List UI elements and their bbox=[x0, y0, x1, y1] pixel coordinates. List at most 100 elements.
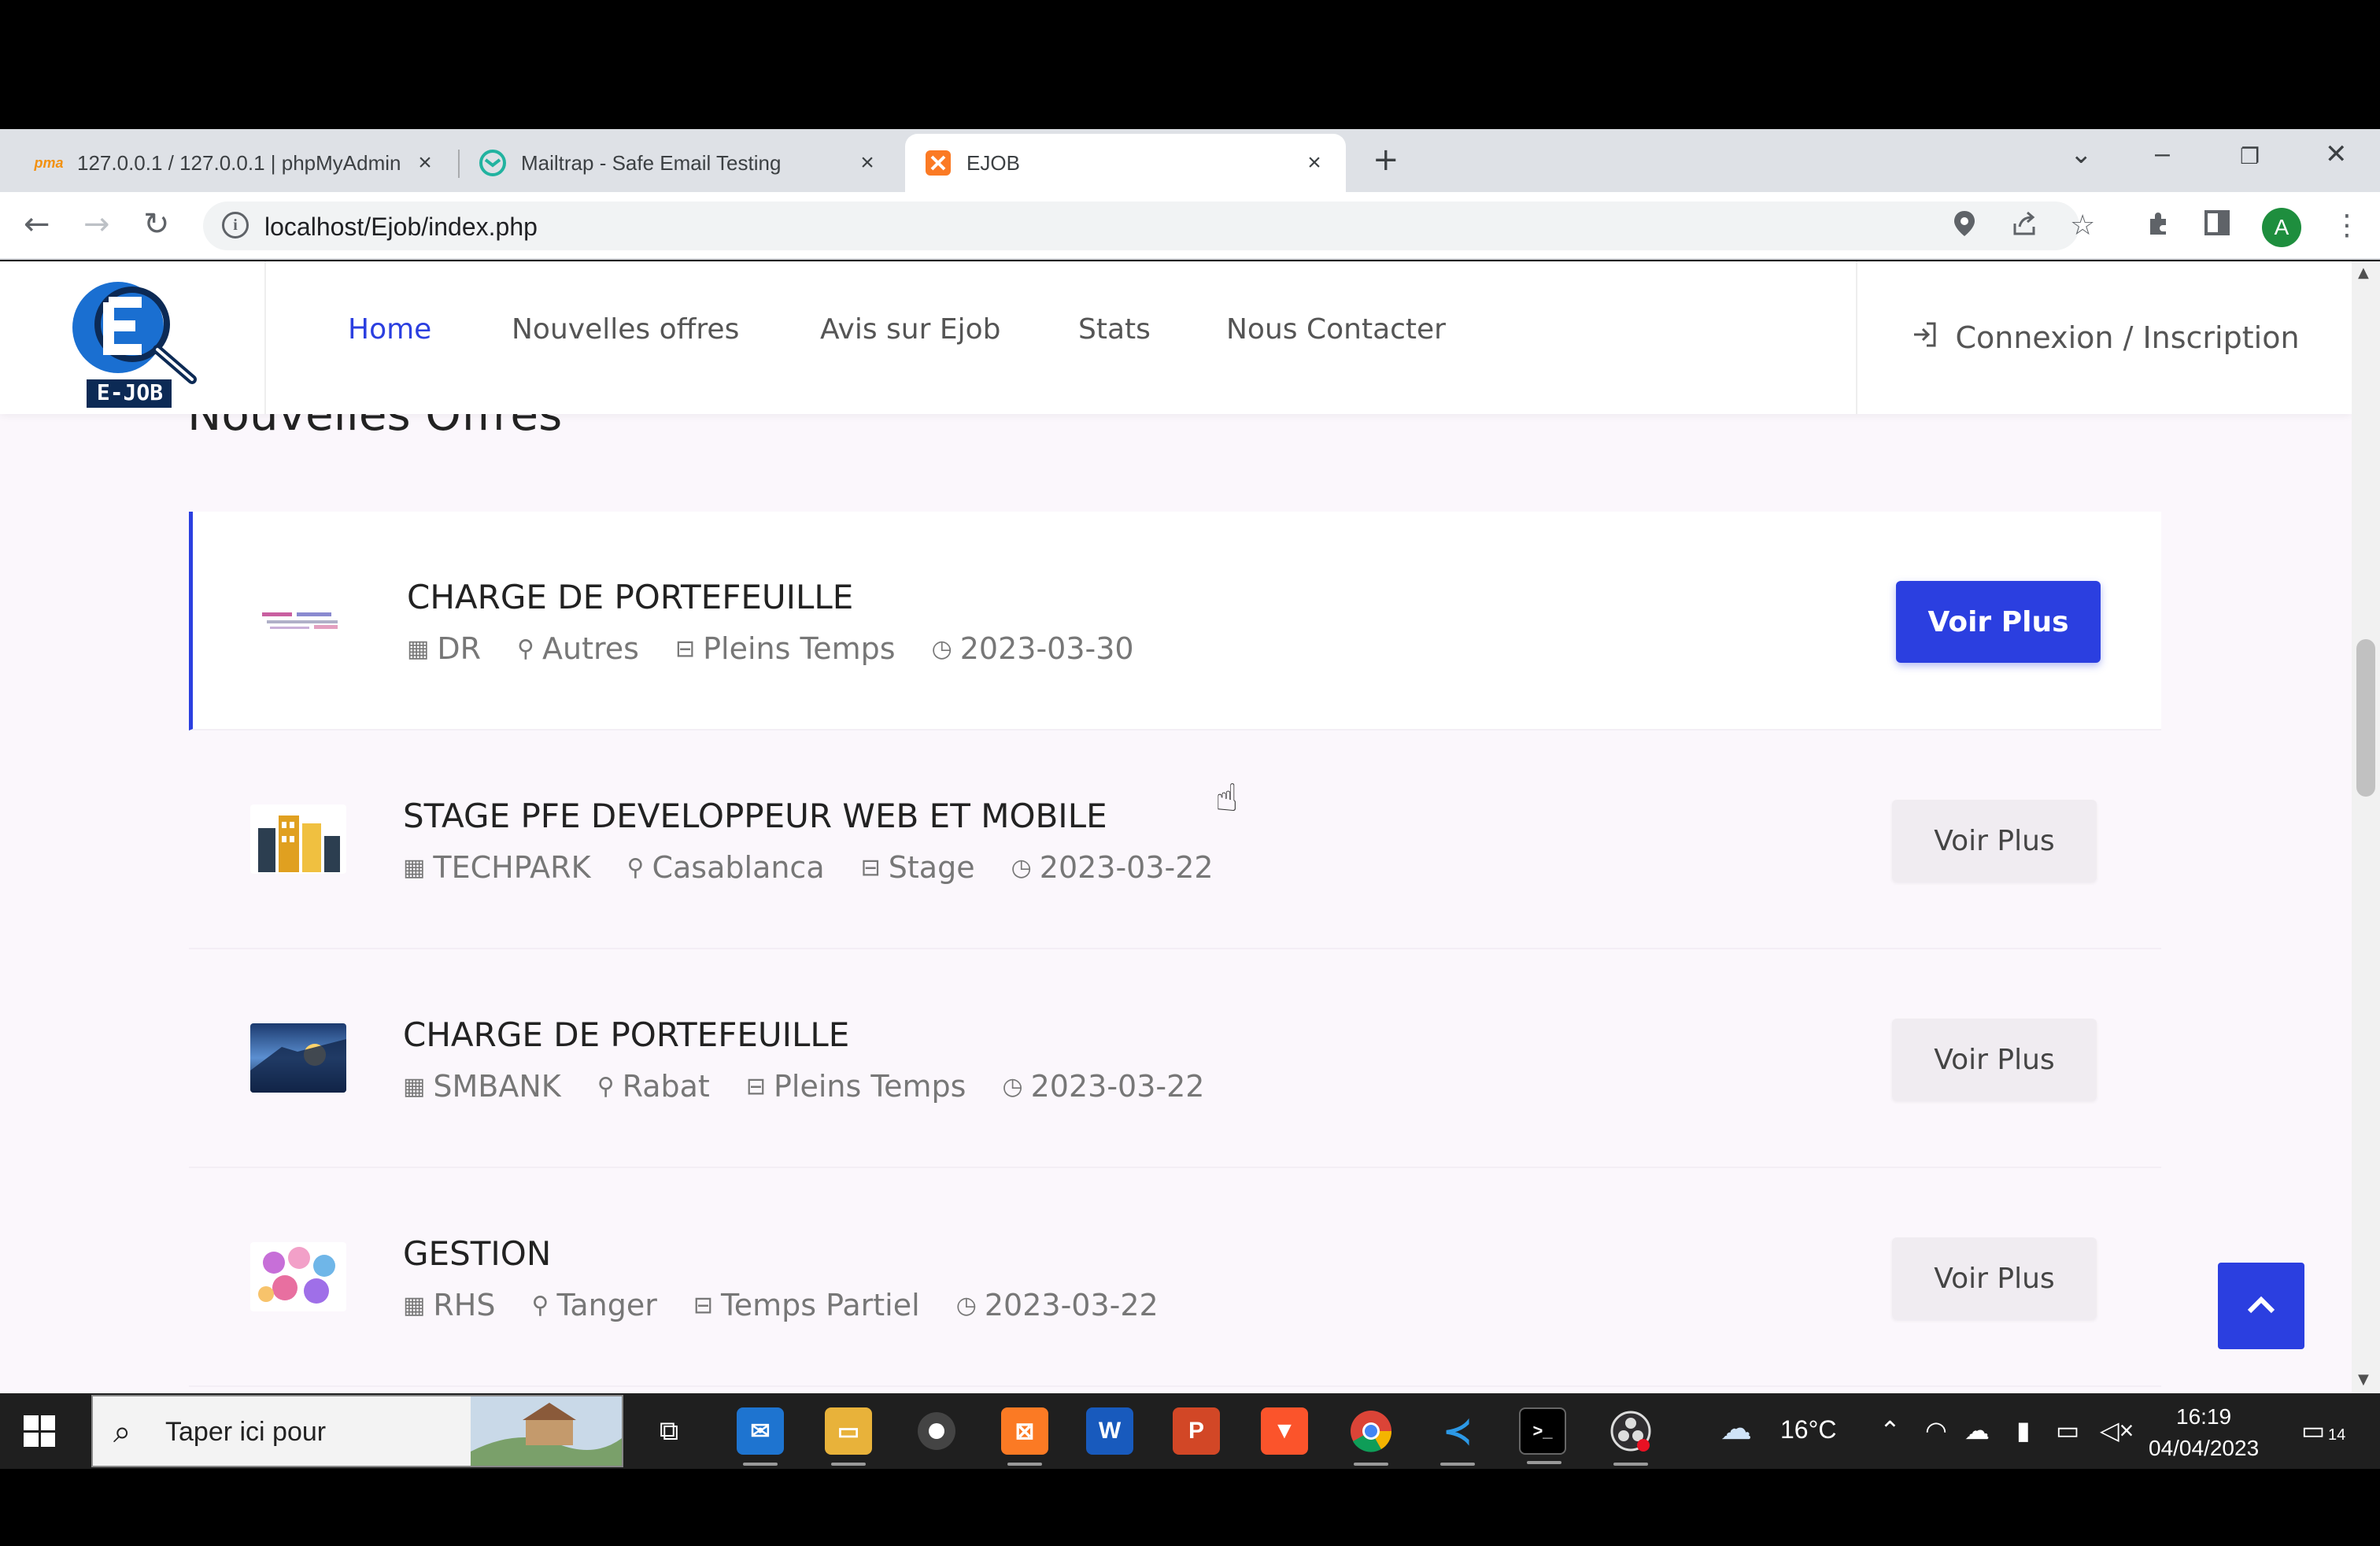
microphone-icon[interactable]: ▮ bbox=[2016, 1415, 2031, 1445]
scroll-down-arrow-icon[interactable]: ▼ bbox=[2358, 1371, 2369, 1388]
job-company: TECHPARK bbox=[433, 850, 591, 885]
profile-avatar[interactable]: A bbox=[2262, 208, 2301, 247]
page-scrollbar[interactable]: ▲ ▼ bbox=[2352, 261, 2380, 1393]
job-title[interactable]: CHARGE DE PORTEFEUILLE bbox=[407, 578, 853, 616]
extensions-icon[interactable] bbox=[2144, 209, 2172, 245]
clock-date: 04/04/2023 bbox=[2149, 1436, 2260, 1460]
obs-app-icon[interactable] bbox=[1607, 1407, 1654, 1466]
url-text[interactable]: localhost/Ejob/index.php bbox=[264, 213, 538, 242]
nav-nous-contacter[interactable]: Nous Contacter bbox=[1226, 313, 1446, 346]
task-view-icon[interactable]: ⧉ bbox=[645, 1407, 693, 1455]
job-date: 2023-03-22 bbox=[984, 1288, 1159, 1322]
scroll-to-top-button[interactable] bbox=[2218, 1263, 2304, 1349]
page-viewport: E-JOB Home Nouvelles offres Avis sur Ejo… bbox=[0, 261, 2352, 1393]
clock-icon: ◷ bbox=[1002, 1072, 1023, 1100]
job-company: SMBANK bbox=[433, 1069, 561, 1104]
weather-cloud-icon[interactable]: ☁ bbox=[1720, 1411, 1752, 1447]
nav-stats[interactable]: Stats bbox=[1078, 313, 1151, 346]
phpmyadmin-icon: pma bbox=[34, 154, 64, 171]
job-list: CHARGE DE PORTEFEUILLE ▦ DR ⚲ Autres ⊟ Plei… bbox=[189, 512, 2161, 1387]
notification-center-icon[interactable]: ▭ bbox=[2301, 1415, 2325, 1445]
address-bar[interactable]: i localhost/Ejob/index.php bbox=[203, 202, 2079, 250]
volume-muted-icon[interactable]: ◁× bbox=[2100, 1415, 2134, 1445]
clock-time: 16:19 bbox=[2176, 1404, 2232, 1429]
browser-tab-strip: pma 127.0.0.1 / 127.0.0.1 | phpMyAdmin ×… bbox=[0, 129, 2380, 192]
chevron-up-icon bbox=[2247, 1296, 2275, 1314]
search-placeholder: Taper ici pour bbox=[165, 1417, 327, 1447]
ejob-logo[interactable]: E-JOB bbox=[0, 261, 266, 414]
building-icon: ▦ bbox=[403, 1072, 426, 1100]
terminal-app-icon[interactable]: >_ bbox=[1519, 1407, 1566, 1464]
xampp-app-icon[interactable]: ⊠ bbox=[1001, 1407, 1048, 1466]
forward-icon[interactable]: → bbox=[83, 206, 110, 242]
briefcase-icon: ⊟ bbox=[674, 634, 696, 663]
close-window-button[interactable]: ✕ bbox=[2325, 139, 2348, 170]
tab-title: EJOB bbox=[966, 150, 1020, 175]
side-panel-icon[interactable] bbox=[2204, 209, 2230, 243]
nav-nouvelles-offres[interactable]: Nouvelles offres bbox=[512, 313, 739, 346]
briefcase-icon: ⊟ bbox=[693, 1291, 714, 1319]
file-explorer-icon[interactable]: ▭ bbox=[825, 1407, 872, 1466]
job-location: Rabat bbox=[622, 1069, 710, 1104]
back-icon[interactable]: ← bbox=[24, 206, 50, 242]
battery-icon[interactable]: ▭ bbox=[2056, 1415, 2079, 1445]
mail-app-icon[interactable]: ✉ bbox=[737, 1407, 784, 1466]
voir-plus-button[interactable]: Voir Plus bbox=[1896, 581, 2101, 663]
hand-cursor-icon: ☝ bbox=[1215, 776, 1239, 820]
scroll-up-arrow-icon[interactable]: ▲ bbox=[2358, 264, 2369, 281]
job-title[interactable]: GESTION bbox=[403, 1234, 551, 1273]
building-icon: ▦ bbox=[403, 1291, 426, 1319]
job-title[interactable]: CHARGE DE PORTEFEUILLE bbox=[403, 1015, 849, 1054]
taskbar-search-box[interactable]: ⌕ Taper ici pour bbox=[91, 1395, 623, 1467]
chrome-app-icon[interactable] bbox=[1347, 1407, 1395, 1466]
tab-phpmyadmin[interactable]: pma 127.0.0.1 / 127.0.0.1 | phpMyAdmin × bbox=[0, 134, 456, 192]
voir-plus-button[interactable]: Voir Plus bbox=[1892, 800, 2097, 882]
voir-plus-button[interactable]: Voir Plus bbox=[1892, 1237, 2097, 1319]
nav-home[interactable]: Home bbox=[348, 313, 431, 346]
minimize-button[interactable]: – bbox=[2155, 139, 2170, 169]
brave-browser-icon[interactable]: ▼ bbox=[1261, 1407, 1308, 1455]
word-app-icon[interactable]: W bbox=[1086, 1407, 1133, 1455]
scrollbar-thumb[interactable] bbox=[2356, 639, 2375, 797]
weather-temp[interactable]: 16°C bbox=[1780, 1415, 1837, 1444]
site-header: E-JOB Home Nouvelles offres Avis sur Ejo… bbox=[0, 261, 2352, 414]
media-player-icon[interactable] bbox=[913, 1407, 960, 1455]
map-pin-icon: ⚲ bbox=[597, 1072, 615, 1100]
reload-icon[interactable]: ↻ bbox=[143, 206, 170, 242]
share-icon[interactable] bbox=[2010, 209, 2038, 245]
city-sunset-thumbnail bbox=[250, 1023, 346, 1093]
tab-ejob[interactable]: EJOB × bbox=[905, 134, 1346, 192]
security-alert-icon[interactable]: ☁ bbox=[1964, 1415, 1990, 1445]
job-meta: ▦ RHS ⚲ Tanger ⊟ Temps Partiel ◷ 2023-03-22 bbox=[403, 1288, 1195, 1322]
job-date: 2023-03-22 bbox=[1030, 1069, 1205, 1104]
clock-icon: ◷ bbox=[931, 634, 952, 663]
close-tab-icon[interactable]: × bbox=[853, 150, 881, 176]
restore-button[interactable]: ❐ bbox=[2240, 143, 2260, 169]
wifi-icon[interactable]: ◠ bbox=[1925, 1415, 1947, 1445]
voir-plus-button[interactable]: Voir Plus bbox=[1892, 1019, 2097, 1100]
tab-search-icon[interactable]: ⌄ bbox=[2070, 139, 2093, 170]
menu-kebab-icon[interactable]: ⋮ bbox=[2333, 209, 2361, 242]
tab-title: 127.0.0.1 / 127.0.0.1 | phpMyAdmin bbox=[77, 150, 401, 175]
location-pin-icon[interactable] bbox=[1952, 209, 1977, 245]
vscode-app-icon[interactable]: ≺ bbox=[1434, 1407, 1481, 1466]
close-tab-icon[interactable]: × bbox=[1300, 150, 1329, 176]
search-highlight-illustration bbox=[471, 1396, 622, 1466]
nav-avis-sur-ejob[interactable]: Avis sur Ejob bbox=[820, 313, 1000, 346]
site-info-icon[interactable]: i bbox=[222, 212, 249, 239]
login-signup-link[interactable]: Connexion / Inscription bbox=[1856, 261, 2352, 414]
job-title[interactable]: STAGE PFE DEVELOPPEUR WEB ET MOBILE bbox=[403, 797, 1107, 835]
job-date: 2023-03-30 bbox=[959, 631, 1134, 666]
new-tab-button[interactable]: + bbox=[1373, 142, 1399, 178]
map-pin-icon: ⚲ bbox=[531, 1291, 549, 1319]
windows-start-icon[interactable] bbox=[24, 1415, 55, 1447]
clock-icon: ◷ bbox=[1011, 853, 1032, 882]
bookmark-star-icon[interactable]: ☆ bbox=[2070, 209, 2095, 242]
tab-separator bbox=[458, 150, 460, 178]
job-location: Casablanca bbox=[652, 850, 825, 885]
powerpoint-app-icon[interactable]: P bbox=[1173, 1407, 1220, 1455]
close-tab-icon[interactable]: × bbox=[411, 150, 439, 176]
taskbar-clock[interactable]: 16:19 04/04/2023 bbox=[2149, 1401, 2259, 1464]
tray-chevron-up-icon[interactable]: ⌃ bbox=[1879, 1415, 1901, 1445]
tab-mailtrap[interactable]: Mailtrap - Safe Email Testing × bbox=[461, 134, 899, 192]
